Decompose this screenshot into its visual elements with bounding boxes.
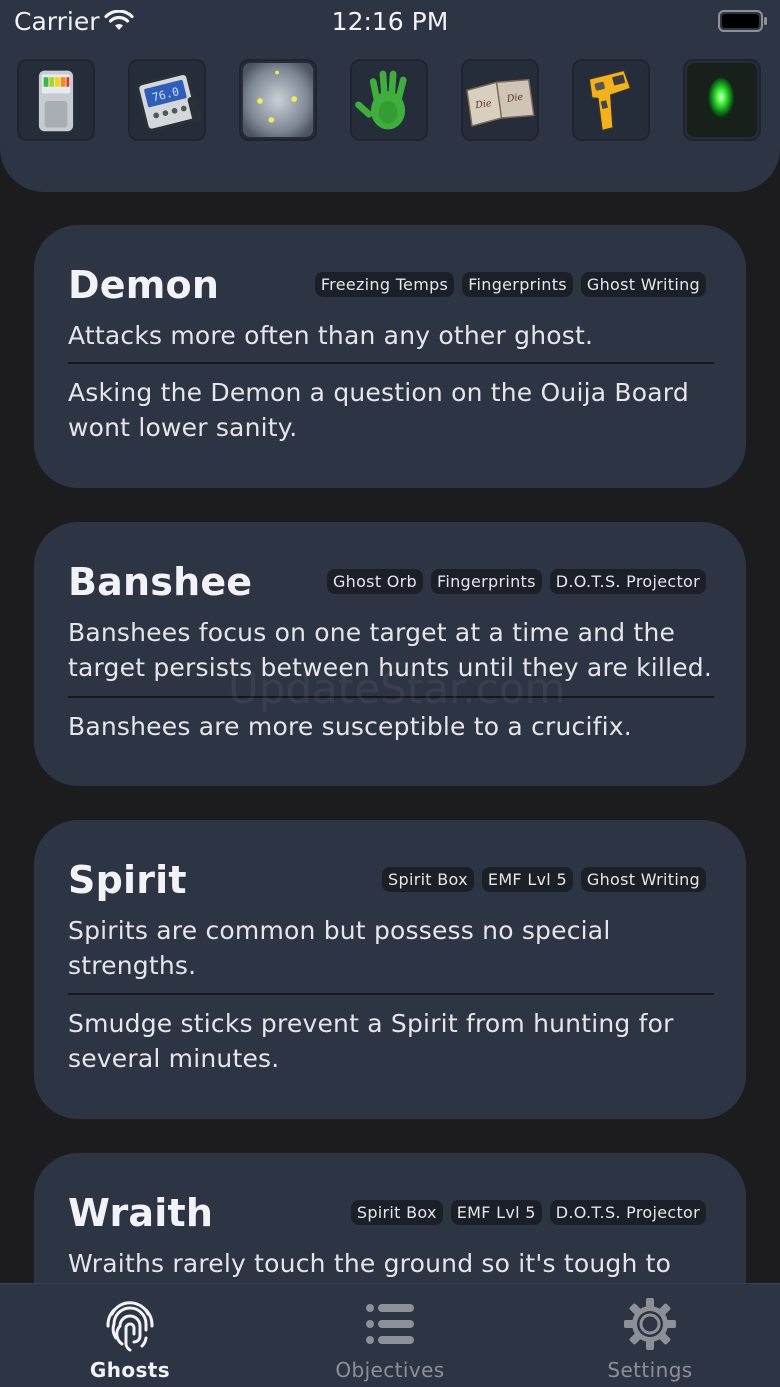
evidence-tags: Spirit Box EMF Lvl 5 Ghost Writing <box>382 867 706 892</box>
evidence-tags: Ghost Orb Fingerprints D.O.T.S. Projecto… <box>326 569 706 594</box>
evidence-tag: D.O.T.S. Projector <box>549 569 706 594</box>
spirit-box-icon[interactable]: 76.0 <box>128 59 206 141</box>
evidence-tag: Ghost Writing <box>580 867 706 892</box>
ghost-strength: Banshees focus on one target at a time a… <box>68 618 713 682</box>
app-screen: Carrier 12:16 PM 76.0 Die Die Demon Free… <box>0 0 780 1387</box>
battery-icon <box>718 10 767 32</box>
ghost-weakness: Banshees are more susceptible to a cruci… <box>68 712 632 741</box>
evidence-tag: Ghost Writing <box>580 272 706 297</box>
ghost-strength: Spirits are common but possess no specia… <box>68 916 611 980</box>
evidence-tag: Ghost Orb <box>326 569 424 594</box>
clock-label: 12:16 PM <box>331 7 449 36</box>
ghost-orb-icon[interactable] <box>683 59 761 141</box>
tab-ghosts[interactable]: Ghosts <box>60 1284 200 1387</box>
header: Carrier 12:16 PM 76.0 Die Die <box>0 0 780 192</box>
tab-settings[interactable]: Settings <box>580 1284 720 1387</box>
divider <box>68 362 714 364</box>
thermometer-icon[interactable] <box>572 59 650 141</box>
evidence-tag: Spirit Box <box>382 867 474 892</box>
tab-label: Settings <box>607 1358 693 1382</box>
divider <box>68 696 714 698</box>
tab-objectives[interactable]: Objectives <box>320 1284 460 1387</box>
ghost-card-banshee[interactable]: Banshee Ghost Orb Fingerprints D.O.T.S. … <box>34 522 746 786</box>
status-bar: Carrier 12:16 PM <box>0 0 780 44</box>
fingerprint-icon <box>106 1301 154 1352</box>
tab-label: Objectives <box>335 1358 445 1382</box>
evidence-tag: D.O.T.S. Projector <box>549 1200 706 1225</box>
ghost-strength: Attacks more often than any other ghost. <box>68 321 594 350</box>
dots-projector-icon[interactable] <box>239 59 317 141</box>
evidence-tags: Freezing Temps Fingerprints Ghost Writin… <box>314 272 706 297</box>
evidence-tag: Spirit Box <box>350 1200 443 1225</box>
divider <box>68 993 714 995</box>
fingerprint-hand-icon[interactable] <box>350 59 428 141</box>
evidence-tag: Fingerprints <box>431 569 542 594</box>
evidence-tags: Spirit Box EMF Lvl 5 D.O.T.S. Projector <box>350 1200 706 1225</box>
evidence-tools-row: 76.0 Die Die <box>17 59 767 141</box>
evidence-tag: Freezing Temps <box>314 272 455 297</box>
ghost-name: Demon <box>68 263 220 307</box>
ghost-name: Banshee <box>68 560 253 604</box>
evidence-tag: EMF Lvl 5 <box>481 867 573 892</box>
ghost-strength: Wraiths rarely touch the ground so it's … <box>68 1249 672 1278</box>
ghost-weakness: Smudge sticks prevent a Spirit from hunt… <box>68 1009 674 1073</box>
ghost-card-demon[interactable]: Demon Freezing Temps Fingerprints Ghost … <box>34 225 746 488</box>
ghost-name: Spirit <box>68 858 187 902</box>
ghost-weakness: Asking the Demon a question on the Ouija… <box>68 378 689 442</box>
ghost-name: Wraith <box>68 1191 214 1235</box>
tab-bar: Ghosts Objectives Settings <box>0 1283 780 1387</box>
list-icon <box>366 1304 414 1344</box>
tab-label: Ghosts <box>89 1358 171 1382</box>
evidence-tag: EMF Lvl 5 <box>450 1200 542 1225</box>
ghost-card-spirit[interactable]: Spirit Spirit Box EMF Lvl 5 Ghost Writin… <box>34 820 746 1119</box>
ghost-writing-book-icon[interactable]: Die Die <box>461 59 539 141</box>
gear-icon <box>624 1298 676 1350</box>
emf-reader-icon[interactable] <box>17 59 95 141</box>
evidence-tag: Fingerprints <box>462 272 573 297</box>
